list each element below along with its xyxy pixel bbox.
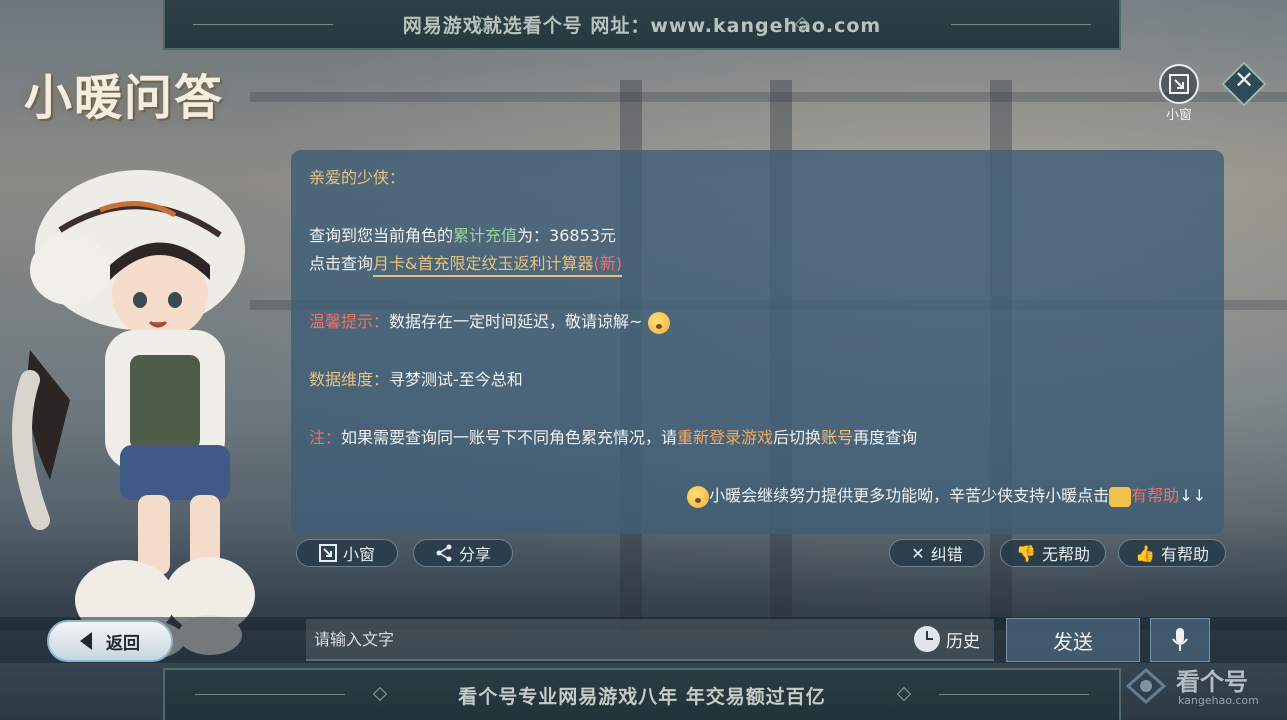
footer-text: 小暖会继续努力提供更多功能呦，辛苦少侠支持小暖点击 [709,486,1110,505]
banner-ornament [939,694,1089,695]
banner-ornament [193,24,333,25]
calculator-prefix: 点击查询 [309,254,374,273]
back-label: 返回 [106,633,140,654]
footer-helpful: 有帮助 [1131,486,1180,505]
helpful-button[interactable]: 👍 有帮助 [1118,539,1226,567]
tip-text: 数据存在一定时间延迟，敬请谅解~ [389,312,643,331]
note-part2: 后切换 [773,428,822,447]
message-panel: 亲爱的少侠： 查询到您当前角色的累计充值为：36853元 点击查询月卡&首充限定… [291,150,1224,534]
calculator-line: 点击查询月卡&首充限定纹玉返利计算器(新) [309,250,622,277]
clock-icon [914,626,940,652]
history-button[interactable]: 历史 [914,624,980,654]
note-label: 注： [309,428,342,447]
recharge-highlight: 累计充值 [453,226,518,245]
not-helpful-label: 无帮助 [1041,545,1090,564]
surprised-emoji-icon [687,485,710,508]
send-button[interactable]: 发送 [1006,618,1140,662]
not-helpful-button[interactable]: 👎 无帮助 [1000,539,1106,567]
banner-ornament [951,24,1091,25]
note-account-highlight: 账号 [821,428,854,447]
microphone-icon [1172,628,1188,651]
mini-window-icon [1159,64,1199,104]
logo-eye-icon [1125,667,1167,705]
share-label: 分享 [458,545,491,564]
close-x-icon: ✕ [911,543,925,563]
close-button[interactable]: ✕ [1221,61,1267,107]
surprised-emoji-icon [647,311,670,334]
close-icon: ✕ [1233,66,1255,94]
footer-arrows: ↓↓ [1179,486,1206,505]
dimension-text: 寻梦测试-至今总和 [389,370,523,389]
note-relogin-highlight: 重新登录游戏 [677,428,774,447]
recharge-line: 查询到您当前角色的累计充值为：36853元 [309,222,616,246]
history-label: 历史 [946,631,980,652]
thumbs-up-emoji-icon [1109,486,1132,507]
mini-window-icon [318,544,337,562]
recharge-value: 为：36853元 [517,226,616,245]
footer-line: 小暖会继续努力提供更多功能呦，辛苦少侠支持小暖点击 有帮助↓↓ [687,482,1206,508]
note-part1: 如果需要查询同一账号下不同角色累充情况，请 [341,428,678,447]
tip-line: 温馨提示：数据存在一定时间延迟，敬请谅解~ [309,308,670,334]
top-watermark-banner: 网易游戏就选看个号 网址：www.kangehao.com [163,0,1121,50]
greeting-text: 亲爱的少侠： [309,168,406,187]
microphone-button[interactable] [1150,618,1210,662]
bottom-watermark-banner: 看个号专业网易游戏八年 年交易额过百亿 [163,668,1121,720]
logo-url: kangehao.com [1178,694,1259,707]
dimension-line: 数据维度：寻梦测试-至今总和 [309,366,523,390]
page-title: 小暖问答 [24,70,225,126]
mini-window-label: 小窗 [1165,108,1192,123]
thumbs-down-icon: 👎 [1016,543,1036,563]
back-button[interactable]: 返回 [47,620,173,662]
share-button[interactable]: 分享 [413,539,513,567]
share-icon [436,544,452,562]
bottom-banner-text: 看个号专业网易游戏八年 年交易额过百亿 [458,685,826,708]
correct-error-label: 纠错 [930,545,963,564]
banner-ornament [195,694,345,695]
site-logo: 看个号 kangehao.com [1120,658,1280,714]
scene-beam [250,92,1287,102]
tip-label: 温馨提示： [309,312,390,331]
mini-window-pill-button[interactable]: 小窗 [296,539,398,567]
send-label: 发送 [1053,629,1093,654]
note-line: 注：如果需要查询同一账号下不同角色累充情况，请重新登录游戏后切换账号再度查询 [309,424,917,448]
logo-name: 看个号 [1176,668,1248,696]
banner-diamond-icon [372,686,388,702]
character-illustration [12,170,255,660]
mini-window-pill-label: 小窗 [342,545,375,564]
thumbs-up-icon: 👍 [1135,543,1155,563]
back-arrow-icon [80,632,92,650]
dimension-label: 数据维度： [309,370,390,389]
calculator-new-tag: (新) [593,254,623,273]
recharge-prefix: 查询到您当前角色的 [309,226,454,245]
note-part3: 再度查询 [853,428,918,447]
helpful-label: 有帮助 [1160,545,1209,564]
message-input[interactable] [306,619,994,661]
calculator-link-text: 月卡&首充限定纹玉返利计算器 [373,254,594,273]
calculator-link[interactable]: 月卡&首充限定纹玉返利计算器(新) [373,254,622,277]
correct-error-button[interactable]: ✕ 纠错 [889,539,985,567]
mini-window-button[interactable]: 小窗 [1157,64,1201,123]
banner-diamond-icon [896,686,912,702]
